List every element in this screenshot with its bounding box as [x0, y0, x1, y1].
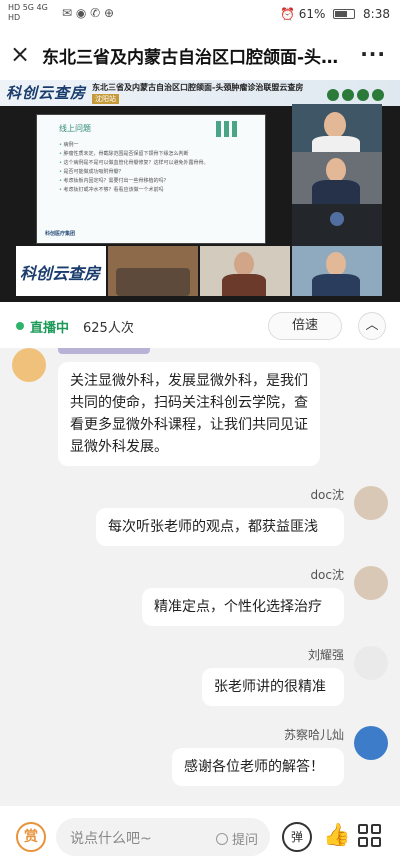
chat-username: 苏察哈儿灿: [283, 728, 344, 742]
chat-message: 精准定点，个性化选择治疗: [142, 588, 344, 626]
slide-item: 考虑钛钉或冲水不够？看看应该做一个术前吗: [59, 186, 209, 195]
ask-question-label: 提问: [232, 833, 259, 848]
avatar[interactable]: [354, 646, 388, 680]
banner-subtitle: 沈阳站: [92, 94, 119, 104]
avatar[interactable]: [354, 486, 388, 520]
banner-title: 东北三省及内蒙古自治区口腔颌面-头颈肿瘤诊治联盟云查房: [92, 83, 304, 92]
live-video-player[interactable]: 科创云查房 东北三省及内蒙古自治区口腔颌面-头颈肿瘤诊治联盟云查房 沈阳站 线上…: [0, 80, 400, 302]
participant-video: [292, 152, 382, 204]
participant-video: [292, 104, 382, 152]
page-title: 东北三省及内蒙古自治区口腔颌面-头颈肿瘤诊治联盟云查房: [42, 48, 342, 68]
chat-message: 感谢各位老师的解答！: [172, 748, 344, 786]
slide-decoration: [213, 121, 243, 137]
title-bar: × 东北三省及内蒙古自治区口腔颌面-头颈肿瘤诊治联盟云查房 ···: [0, 30, 400, 80]
participant-placeholder: [292, 204, 382, 246]
playback-speed-button[interactable]: 倍速: [268, 312, 342, 340]
collapse-icon[interactable]: ︿: [358, 312, 386, 340]
status-right: ⏰ 61% 8:38: [280, 7, 390, 21]
chat-username: doc沈: [310, 488, 344, 502]
radio-icon: [216, 833, 228, 845]
battery-percent: 61%: [298, 7, 326, 21]
avatar[interactable]: [354, 566, 388, 600]
participant-video: [292, 246, 382, 296]
signal-top: HD 5G 4G: [8, 3, 48, 12]
status-bar: HD 5G 4G HD ✉ ◉ ✆ ⊕ ⏰ 61% 8:38: [0, 0, 400, 30]
comment-input[interactable]: 说点什么吧~ 提问: [56, 818, 270, 856]
avatar[interactable]: [354, 726, 388, 760]
close-icon[interactable]: ×: [10, 40, 30, 68]
participant-video: [200, 246, 290, 296]
comment-placeholder: 说点什么吧~: [70, 831, 152, 847]
clock: 8:38: [363, 7, 390, 21]
participant-video: [108, 246, 198, 296]
chat-list[interactable]: 关注显微外科，发展显微外科，是我们共同的使命，扫码关注科创云学院，查看更多显微外…: [0, 348, 400, 806]
slide-item: 病例一: [59, 141, 209, 150]
viewer-count: 625人次: [83, 321, 134, 336]
chat-username: 刘耀强: [307, 648, 344, 662]
strip-logo-text: 科创云查房: [20, 264, 101, 283]
chat-message: 张老师讲的很精准: [202, 668, 344, 706]
signal-indicators: HD 5G 4G HD ✉ ◉ ✆ ⊕: [8, 3, 114, 23]
slide-title: 线上问题: [59, 124, 91, 133]
alarm-icon: ⏰: [279, 7, 295, 21]
presentation-slide: 线上问题 病例一 肿瘤性质未定，骨截除范围是否保留下颌骨下缘怎么判断 这个病例是…: [36, 114, 266, 244]
like-icon[interactable]: 👍: [322, 822, 352, 852]
avatar[interactable]: [12, 348, 46, 382]
live-indicator-icon: [16, 322, 24, 330]
grid-menu-icon[interactable]: [358, 824, 382, 848]
avatar: [330, 212, 344, 226]
slide-list: 病例一 肿瘤性质未定，骨截除范围是否保留下颌骨下缘怎么判断 这个病例是不是可以做…: [59, 141, 209, 195]
live-info-bar: 直播中 625人次 倍速 ︿: [0, 302, 400, 348]
banner-logo: 科创云查房: [6, 84, 87, 102]
chat-message: 每次听张老师的观点，都获益匪浅: [96, 508, 344, 546]
battery-icon: [333, 9, 356, 19]
live-status: 直播中: [30, 321, 70, 336]
video-banner: 科创云查房 东北三省及内蒙古自治区口腔颌面-头颈肿瘤诊治联盟云查房 沈阳站: [0, 80, 400, 106]
barrage-toggle-button[interactable]: 弹: [282, 822, 312, 852]
strip-logo: 科创云查房: [16, 246, 106, 296]
chat-message: 关注显微外科，发展显微外科，是我们共同的使命，扫码关注科创云学院，查看更多显微外…: [58, 362, 320, 466]
reward-button[interactable]: 赏: [16, 822, 46, 852]
bottom-bar: 赏 说点什么吧~ 提问 弹 👍: [0, 806, 400, 867]
slide-item: 考虑钛板内固定吗？需要付出一些骨移植的吗？: [59, 177, 209, 186]
more-options-icon[interactable]: ···: [360, 42, 386, 66]
slide-logo: 科创医疗集团: [45, 231, 76, 237]
chat-username: doc沈: [310, 568, 344, 582]
slide-item: 肿瘤性质未定，骨截除范围是否保留下颌骨下缘怎么判断: [59, 150, 209, 159]
signal-bottom: HD: [8, 13, 21, 22]
ask-question-toggle[interactable]: 提问: [216, 829, 258, 848]
sponsor-logos: [324, 86, 394, 101]
previous-message-stub: [58, 348, 150, 354]
notification-icons: ✉ ◉ ✆ ⊕: [62, 6, 115, 20]
slide-item: 这个病例是不是可以做血管化骨瓣修复？这样可以避免外露骨骨。: [59, 159, 209, 168]
slide-item: 是否可能做成功吸附骨瓣？: [59, 168, 209, 177]
